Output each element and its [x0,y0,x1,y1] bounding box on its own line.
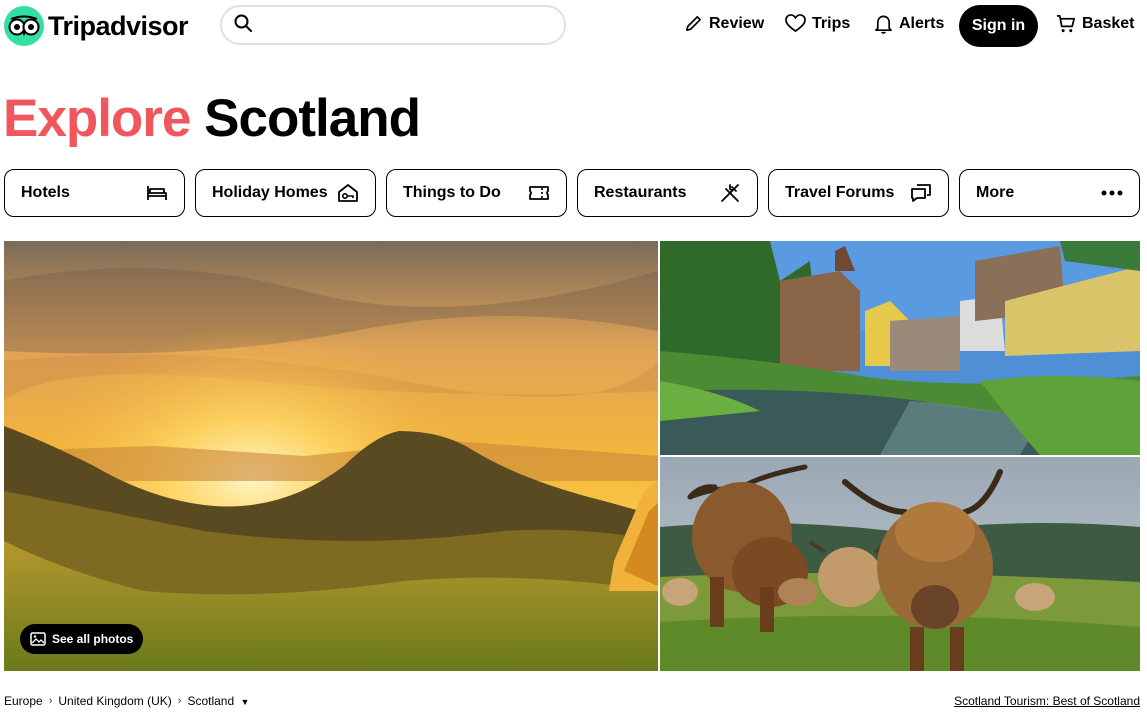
breadcrumb-scotland-label: Scotland [187,694,235,708]
chevron-right-icon: › [177,695,182,707]
tab-things-to-do[interactable]: Things to Do [386,169,567,217]
heart-icon [785,14,806,33]
brand-name: Tripadvisor [48,10,189,41]
breadcrumb: Europe › United Kingdom (UK) › Scotland … [4,694,249,708]
alerts-link[interactable]: Alerts [874,14,944,34]
tab-restaurants[interactable]: Restaurants [577,169,758,217]
search-icon [234,14,252,37]
alerts-label: Alerts [899,15,945,32]
page-title-destination: Scotland [204,89,421,148]
page-title-accent: Explore [3,89,191,148]
hero-photo-sunset-hills[interactable] [4,241,658,671]
header: Tripadvisor Review Trips Alerts Sign in … [0,0,1147,54]
ticket-icon [529,186,549,200]
bell-icon [875,15,892,34]
review-link[interactable]: Review [684,14,764,33]
category-tabs: Hotels Holiday Homes Things to Do Restau… [4,169,1140,217]
breadcrumb-united-kingdom[interactable]: United Kingdom (UK) [58,694,171,708]
pencil-icon [685,15,702,32]
image-icon [30,632,46,646]
tourism-link[interactable]: Scotland Tourism: Best of Scotland [954,694,1140,708]
chat-bubble-icon [911,184,931,202]
tab-label: Holiday Homes [212,184,328,201]
sign-in-button[interactable]: Sign in [959,5,1038,47]
tripadvisor-logo[interactable]: Tripadvisor [4,6,189,46]
tab-travel-forums[interactable]: Travel Forums [768,169,949,217]
tab-hotels[interactable]: Hotels [4,169,185,217]
see-all-photos-button[interactable]: See all photos [20,624,144,654]
basket-link[interactable]: Basket [1056,14,1134,34]
bed-icon [147,186,167,200]
photo-highland-cattle[interactable] [660,457,1140,671]
tab-label: Restaurants [594,184,687,201]
see-all-photos-label: See all photos [52,632,134,646]
search-input[interactable] [260,15,554,35]
tab-label: Things to Do [403,184,501,201]
page-title: Explore Scotland [3,86,421,152]
search-bar[interactable] [220,5,566,45]
breadcrumb-scotland[interactable]: Scotland ▼ [187,694,249,708]
trips-label: Trips [812,14,851,32]
breadcrumb-europe[interactable]: Europe [4,694,43,708]
tab-label: Hotels [21,184,70,201]
trips-link[interactable]: Trips [785,14,850,33]
house-key-icon [338,184,358,202]
more-dots-icon [1101,190,1123,196]
caret-down-icon: ▼ [240,697,250,707]
owl-logo-icon [4,6,44,46]
basket-label: Basket [1082,15,1135,32]
tab-more[interactable]: More [959,169,1140,217]
review-label: Review [709,14,765,32]
tab-label: More [976,184,1015,201]
cart-icon [1056,15,1075,33]
photo-village-stream[interactable] [660,241,1140,455]
chevron-right-icon: › [48,695,53,707]
tab-holiday-homes[interactable]: Holiday Homes [195,169,376,217]
cutlery-icon [721,184,739,202]
tab-label: Travel Forums [785,184,895,201]
